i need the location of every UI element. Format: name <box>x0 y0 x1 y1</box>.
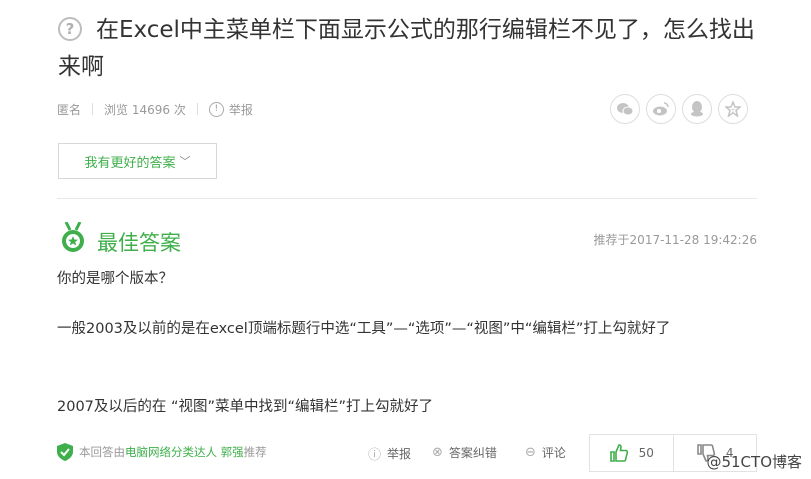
star-icon[interactable]: + <box>718 94 748 124</box>
correct-label: 答案纠错 <box>448 446 497 460</box>
answer-paragraph: 一般2003及以前的是在excel顶端标题行中选“工具”—“选项”—“视图”中“… <box>57 321 671 337</box>
note-suffix: 推荐 <box>243 445 267 459</box>
answer-paragraph: 2007及以后的在 “视图”菜单中找到“编辑栏”打上勾就好了 <box>57 399 434 415</box>
meta-divider <box>196 103 198 115</box>
recommender-link[interactable]: 电脑网络分类达人 郭强 <box>125 445 244 459</box>
weibo-icon[interactable] <box>646 94 676 124</box>
note-prefix: 本回答由 <box>79 445 125 459</box>
wechat-icon[interactable] <box>610 94 640 124</box>
qq-icon[interactable] <box>682 94 712 124</box>
question-meta: 匿名 浏览 14696 次 ! 举报 <box>57 100 253 118</box>
section-divider <box>57 198 757 199</box>
meta-divider <box>92 103 94 115</box>
watermark: @51CTO博客 <box>706 453 802 471</box>
comment-icon: ⊖ <box>525 445 536 460</box>
report-label: 举报 <box>387 447 412 461</box>
like-button[interactable]: 50 <box>590 435 673 471</box>
report-link[interactable]: ! 举报 <box>208 101 253 118</box>
report-label: 举报 <box>228 102 253 117</box>
correct-icon: ⊗ <box>432 445 443 460</box>
warning-icon: ⓘ <box>368 448 382 463</box>
recommended-time: 推荐于2017-11-28 19:42:26 <box>593 233 757 247</box>
question-title: 在Excel中主菜单栏下面显示公式的那行编辑栏不见了，怎么找出来啊 <box>58 17 755 80</box>
share-bar: + <box>610 94 748 124</box>
medal-icon <box>62 222 84 252</box>
thumbs-up-icon <box>609 444 628 462</box>
author-name: 匿名 <box>57 102 82 117</box>
chevron-down-icon: ﹀ <box>179 155 191 168</box>
best-answer-label: 最佳答案 <box>97 231 181 255</box>
warning-icon: ! <box>208 101 224 117</box>
answer-paragraph: 你的是哪个版本？ <box>57 271 173 287</box>
report-button[interactable]: ⓘ 举报 <box>368 444 411 463</box>
recommend-note: 本回答由电脑网络分类达人 郭强推荐 <box>79 444 267 460</box>
comment-label: 评论 <box>541 446 566 460</box>
view-count: 浏览 14696 次 <box>104 102 186 117</box>
comment-button[interactable]: ⊖ 评论 <box>525 444 566 461</box>
better-answer-label: 我有更好的答案 <box>84 155 176 171</box>
shield-check-icon <box>57 443 73 461</box>
better-answer-button[interactable]: 我有更好的答案 ﹀ <box>58 143 217 179</box>
svg-text:+: + <box>730 107 735 114</box>
like-count: 50 <box>638 446 654 460</box>
correct-answer-button[interactable]: ⊗ 答案纠错 <box>432 444 497 461</box>
